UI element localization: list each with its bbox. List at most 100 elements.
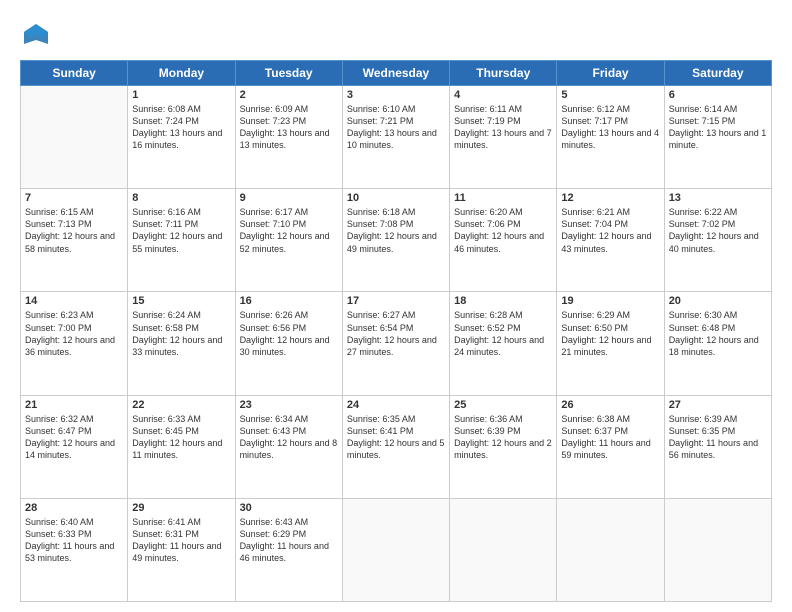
day-number: 11	[454, 192, 552, 204]
day-detail: Sunrise: 6:28 AMSunset: 6:52 PMDaylight:…	[454, 309, 552, 358]
calendar-cell: 22 Sunrise: 6:33 AMSunset: 6:45 PMDayligh…	[128, 395, 235, 498]
calendar-cell: 24 Sunrise: 6:35 AMSunset: 6:41 PMDayligh…	[342, 395, 449, 498]
calendar-cell: 18 Sunrise: 6:28 AMSunset: 6:52 PMDayligh…	[450, 292, 557, 395]
calendar-cell	[21, 86, 128, 189]
day-number: 20	[669, 295, 767, 307]
day-number: 21	[25, 399, 123, 411]
calendar-cell: 5 Sunrise: 6:12 AMSunset: 7:17 PMDaylight…	[557, 86, 664, 189]
calendar-cell: 11 Sunrise: 6:20 AMSunset: 7:06 PMDayligh…	[450, 189, 557, 292]
day-number: 9	[240, 192, 338, 204]
day-detail: Sunrise: 6:26 AMSunset: 6:56 PMDaylight:…	[240, 309, 338, 358]
day-detail: Sunrise: 6:08 AMSunset: 7:24 PMDaylight:…	[132, 103, 230, 152]
day-number: 25	[454, 399, 552, 411]
day-detail: Sunrise: 6:39 AMSunset: 6:35 PMDaylight:…	[669, 413, 767, 462]
page: SundayMondayTuesdayWednesdayThursdayFrid…	[0, 0, 792, 612]
calendar-cell: 19Sunrise: 6:29 AMSunset: 6:50 PMDayligh…	[557, 292, 664, 395]
weekday-header-thursday: Thursday	[450, 61, 557, 86]
day-number: 17	[347, 295, 445, 307]
day-number: 22	[132, 399, 230, 411]
day-number: 2	[240, 89, 338, 101]
calendar-cell: 30Sunrise: 6:43 AMSunset: 6:29 PMDayligh…	[235, 498, 342, 601]
calendar-cell: 4Sunrise: 6:11 AMSunset: 7:19 PMDaylight…	[450, 86, 557, 189]
week-row-2: 7 Sunrise: 6:15 AMSunset: 7:13 PMDaylight…	[21, 189, 772, 292]
day-detail: Sunrise: 6:43 AMSunset: 6:29 PMDaylight:…	[240, 516, 338, 565]
calendar-cell: 12 Sunrise: 6:21 AMSunset: 7:04 PMDayligh…	[557, 189, 664, 292]
day-detail: Sunrise: 6:10 AMSunset: 7:21 PMDaylight:…	[347, 103, 445, 152]
week-row-4: 21 Sunrise: 6:32 AMSunset: 6:47 PMDayligh…	[21, 395, 772, 498]
day-number: 23	[240, 399, 338, 411]
day-number: 10	[347, 192, 445, 204]
day-number: 7	[25, 192, 123, 204]
calendar-cell: 29 Sunrise: 6:41 AMSunset: 6:31 PMDayligh…	[128, 498, 235, 601]
calendar-table: SundayMondayTuesdayWednesdayThursdayFrid…	[20, 60, 772, 602]
day-detail: Sunrise: 6:23 AMSunset: 7:00 PMDaylight:…	[25, 309, 123, 358]
day-detail: Sunrise: 6:09 AMSunset: 7:23 PMDaylight:…	[240, 103, 338, 152]
day-detail: Sunrise: 6:21 AMSunset: 7:04 PMDaylight:…	[561, 206, 659, 255]
day-number: 6	[669, 89, 767, 101]
day-number: 26	[561, 399, 659, 411]
logo-icon	[20, 20, 52, 52]
day-number: 14	[25, 295, 123, 307]
weekday-header-sunday: Sunday	[21, 61, 128, 86]
calendar-cell	[450, 498, 557, 601]
day-number: 8	[132, 192, 230, 204]
calendar-cell: 25Sunrise: 6:36 AMSunset: 6:39 PMDayligh…	[450, 395, 557, 498]
week-row-1: 1 Sunrise: 6:08 AMSunset: 7:24 PMDaylight…	[21, 86, 772, 189]
calendar-cell	[557, 498, 664, 601]
day-number: 1	[132, 89, 230, 101]
calendar-cell: 13 Sunrise: 6:22 AMSunset: 7:02 PMDayligh…	[664, 189, 771, 292]
day-number: 12	[561, 192, 659, 204]
day-number: 24	[347, 399, 445, 411]
day-detail: Sunrise: 6:17 AMSunset: 7:10 PMDaylight:…	[240, 206, 338, 255]
calendar-cell: 6 Sunrise: 6:14 AMSunset: 7:15 PMDaylight…	[664, 86, 771, 189]
header	[20, 16, 772, 52]
calendar-cell: 20 Sunrise: 6:30 AMSunset: 6:48 PMDayligh…	[664, 292, 771, 395]
calendar-cell: 26 Sunrise: 6:38 AMSunset: 6:37 PMDayligh…	[557, 395, 664, 498]
day-detail: Sunrise: 6:24 AMSunset: 6:58 PMDaylight:…	[132, 309, 230, 358]
day-number: 5	[561, 89, 659, 101]
week-row-5: 28Sunrise: 6:40 AMSunset: 6:33 PMDayligh…	[21, 498, 772, 601]
calendar-cell: 10 Sunrise: 6:18 AMSunset: 7:08 PMDayligh…	[342, 189, 449, 292]
day-number: 27	[669, 399, 767, 411]
day-detail: Sunrise: 6:12 AMSunset: 7:17 PMDaylight:…	[561, 103, 659, 152]
day-number: 18	[454, 295, 552, 307]
day-detail: Sunrise: 6:33 AMSunset: 6:45 PMDaylight:…	[132, 413, 230, 462]
day-detail: Sunrise: 6:15 AMSunset: 7:13 PMDaylight:…	[25, 206, 123, 255]
calendar-cell: 14 Sunrise: 6:23 AMSunset: 7:00 PMDayligh…	[21, 292, 128, 395]
day-detail: Sunrise: 6:30 AMSunset: 6:48 PMDaylight:…	[669, 309, 767, 358]
calendar-cell: 21 Sunrise: 6:32 AMSunset: 6:47 PMDayligh…	[21, 395, 128, 498]
day-detail: Sunrise: 6:22 AMSunset: 7:02 PMDaylight:…	[669, 206, 767, 255]
day-detail: Sunrise: 6:38 AMSunset: 6:37 PMDaylight:…	[561, 413, 659, 462]
weekday-header-monday: Monday	[128, 61, 235, 86]
day-number: 3	[347, 89, 445, 101]
calendar-cell: 28Sunrise: 6:40 AMSunset: 6:33 PMDayligh…	[21, 498, 128, 601]
weekday-header-saturday: Saturday	[664, 61, 771, 86]
calendar-cell: 27 Sunrise: 6:39 AMSunset: 6:35 PMDayligh…	[664, 395, 771, 498]
week-row-3: 14 Sunrise: 6:23 AMSunset: 7:00 PMDayligh…	[21, 292, 772, 395]
calendar-cell: 15Sunrise: 6:24 AMSunset: 6:58 PMDayligh…	[128, 292, 235, 395]
calendar-cell: 8 Sunrise: 6:16 AMSunset: 7:11 PMDaylight…	[128, 189, 235, 292]
weekday-header-friday: Friday	[557, 61, 664, 86]
day-detail: Sunrise: 6:14 AMSunset: 7:15 PMDaylight:…	[669, 103, 767, 152]
weekday-header-tuesday: Tuesday	[235, 61, 342, 86]
day-number: 13	[669, 192, 767, 204]
day-detail: Sunrise: 6:35 AMSunset: 6:41 PMDaylight:…	[347, 413, 445, 462]
day-detail: Sunrise: 6:34 AMSunset: 6:43 PMDaylight:…	[240, 413, 338, 462]
day-detail: Sunrise: 6:29 AMSunset: 6:50 PMDaylight:…	[561, 309, 659, 358]
day-number: 28	[25, 502, 123, 514]
calendar-cell: 16 Sunrise: 6:26 AMSunset: 6:56 PMDayligh…	[235, 292, 342, 395]
day-detail: Sunrise: 6:41 AMSunset: 6:31 PMDaylight:…	[132, 516, 230, 565]
calendar-cell	[342, 498, 449, 601]
calendar-cell: 17Sunrise: 6:27 AMSunset: 6:54 PMDayligh…	[342, 292, 449, 395]
day-detail: Sunrise: 6:16 AMSunset: 7:11 PMDaylight:…	[132, 206, 230, 255]
day-detail: Sunrise: 6:32 AMSunset: 6:47 PMDaylight:…	[25, 413, 123, 462]
day-number: 16	[240, 295, 338, 307]
calendar-cell	[664, 498, 771, 601]
day-detail: Sunrise: 6:18 AMSunset: 7:08 PMDaylight:…	[347, 206, 445, 255]
day-detail: Sunrise: 6:20 AMSunset: 7:06 PMDaylight:…	[454, 206, 552, 255]
calendar-cell: 23 Sunrise: 6:34 AMSunset: 6:43 PMDayligh…	[235, 395, 342, 498]
weekday-header-row: SundayMondayTuesdayWednesdayThursdayFrid…	[21, 61, 772, 86]
day-number: 29	[132, 502, 230, 514]
calendar-cell: 2 Sunrise: 6:09 AMSunset: 7:23 PMDaylight…	[235, 86, 342, 189]
logo	[20, 20, 56, 52]
